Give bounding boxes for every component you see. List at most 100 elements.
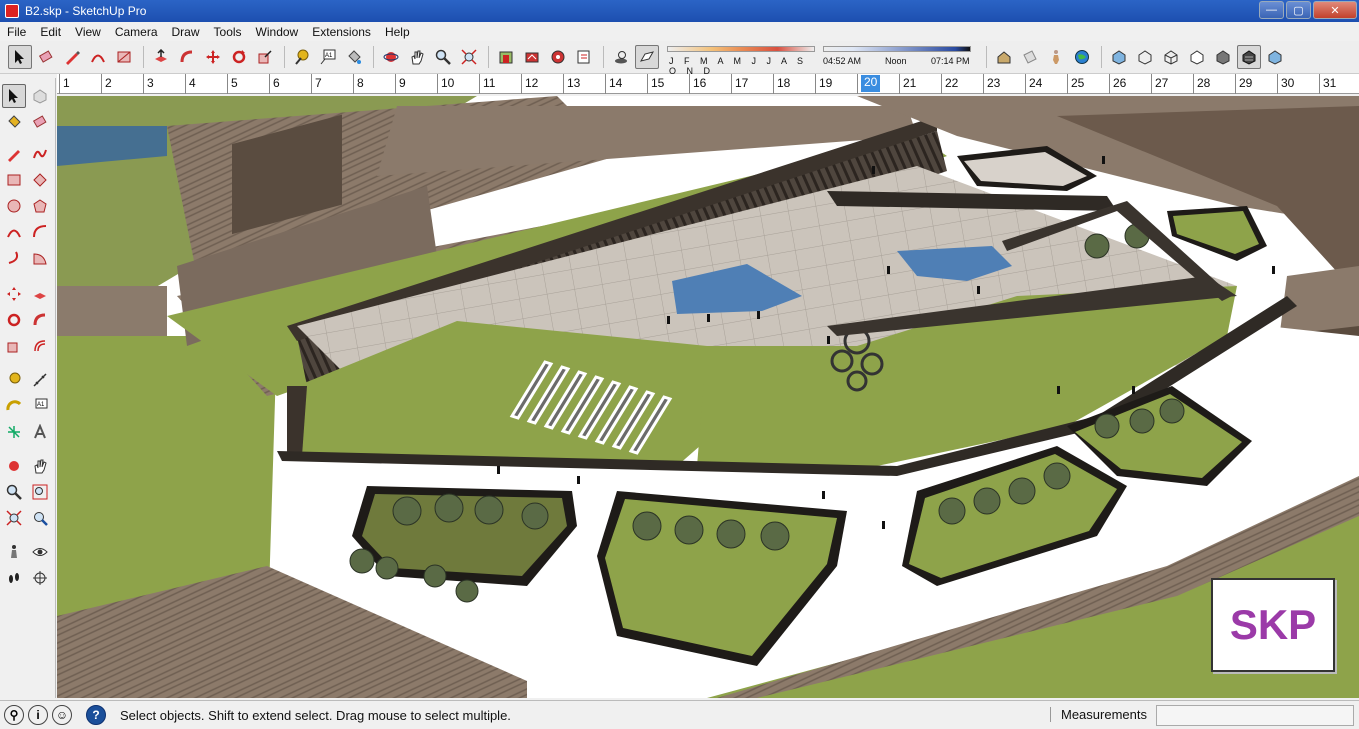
walk-button[interactable] — [1044, 45, 1068, 69]
zoom-extents-button[interactable] — [457, 45, 481, 69]
push-pull-tool-button[interactable] — [28, 282, 52, 306]
ruler-number[interactable]: 26 — [1113, 76, 1126, 90]
menu-draw[interactable]: Draw — [165, 25, 207, 39]
ruler-number[interactable]: 23 — [987, 76, 1000, 90]
ruler-number[interactable]: 2 — [105, 76, 112, 90]
display-shadows-button[interactable] — [609, 45, 633, 69]
ruler-number[interactable]: 27 — [1155, 76, 1168, 90]
shadow-date-slider[interactable]: J F M A M J J A S O N D — [667, 44, 817, 76]
hidden-line-style-button[interactable] — [1185, 45, 1209, 69]
offset-tool-button[interactable] — [28, 334, 52, 358]
ruler-number[interactable]: 16 — [693, 76, 706, 90]
ruler-number[interactable]: 6 — [273, 76, 280, 90]
pie-tool-button[interactable] — [28, 246, 52, 270]
zoom-button[interactable] — [2, 480, 26, 504]
help-icon[interactable]: ? — [86, 705, 106, 725]
polygon-tool-button[interactable] — [28, 194, 52, 218]
menu-help[interactable]: Help — [378, 25, 417, 39]
rotate-tool-button[interactable] — [2, 308, 26, 332]
scale-tool-button[interactable] — [2, 334, 26, 358]
ruler-number[interactable]: 11 — [483, 76, 495, 90]
axes-tool-button[interactable] — [2, 420, 26, 444]
move-tool-button[interactable] — [2, 282, 26, 306]
arc-tool-button[interactable] — [86, 45, 110, 69]
pan-button[interactable] — [28, 454, 52, 478]
ruler-number[interactable]: 5 — [231, 76, 238, 90]
menu-view[interactable]: View — [68, 25, 108, 39]
freehand-tool-button[interactable] — [28, 142, 52, 166]
ruler-number[interactable]: 15 — [651, 76, 664, 90]
menu-extensions[interactable]: Extensions — [305, 25, 378, 39]
orbit-button[interactable] — [2, 454, 26, 478]
wireframe-style-button[interactable] — [1159, 45, 1183, 69]
ruler-number[interactable]: 1 — [63, 76, 70, 90]
back-edges-style-button[interactable] — [1133, 45, 1157, 69]
ruler-number[interactable]: 29 — [1239, 76, 1252, 90]
previous-view-button[interactable] — [28, 506, 52, 530]
share-model-button[interactable] — [520, 45, 544, 69]
geo-location-button[interactable] — [1070, 45, 1094, 69]
zoom-extents-button[interactable] — [2, 506, 26, 530]
ruler-current-scene[interactable]: 20 — [861, 75, 881, 92]
ruler-number[interactable]: 13 — [567, 76, 580, 90]
ruler-number[interactable]: 31 — [1323, 76, 1336, 90]
ruler-number[interactable]: 12 — [525, 76, 538, 90]
circle-tool-button[interactable] — [2, 194, 26, 218]
shaded-style-button[interactable] — [1211, 45, 1235, 69]
shadow-time-slider[interactable]: 04:52 AM Noon 07:14 PM — [823, 44, 973, 70]
zoom-button[interactable] — [431, 45, 455, 69]
ruler-number[interactable]: 17 — [735, 76, 748, 90]
orbit-button[interactable] — [379, 45, 403, 69]
follow-me-tool-button[interactable] — [28, 308, 52, 332]
three-point-arc-button[interactable] — [2, 246, 26, 270]
ruler-number[interactable]: 28 — [1197, 76, 1210, 90]
zoom-window-button[interactable] — [28, 480, 52, 504]
follow-me-tool-button[interactable] — [175, 45, 199, 69]
select-tool-button[interactable] — [8, 45, 32, 69]
monochrome-style-button[interactable] — [1263, 45, 1287, 69]
rotate-tool-button[interactable] — [227, 45, 251, 69]
move-tool-button[interactable] — [201, 45, 225, 69]
sketchup-app-icon[interactable] — [5, 4, 19, 18]
menu-camera[interactable]: Camera — [108, 25, 165, 39]
section-plane-tool-button[interactable] — [28, 566, 52, 590]
rectangle-tool-button[interactable] — [112, 45, 136, 69]
ruler-number[interactable]: 18 — [777, 76, 790, 90]
geo-location-status-icon[interactable]: ⚲ — [4, 705, 24, 725]
measurements-input[interactable] — [1156, 705, 1354, 726]
tape-measure-button[interactable] — [290, 45, 314, 69]
push-pull-tool-button[interactable] — [149, 45, 173, 69]
section-plane-button[interactable] — [1018, 45, 1042, 69]
user-account-icon[interactable]: ☺ — [52, 705, 72, 725]
line-tool-button[interactable] — [60, 45, 84, 69]
menu-tools[interactable]: Tools — [207, 25, 249, 39]
protractor-button[interactable] — [2, 394, 26, 418]
extension-warehouse-button[interactable] — [546, 45, 570, 69]
standard-view-iso-button[interactable] — [992, 45, 1016, 69]
paint-bucket-button[interactable] — [2, 110, 26, 134]
shaded-textures-style-button[interactable] — [1237, 45, 1261, 69]
ruler-number[interactable]: 8 — [357, 76, 364, 90]
menu-file[interactable]: File — [0, 25, 33, 39]
rectangle-tool-button[interactable] — [2, 168, 26, 192]
maximize-button[interactable]: ▢ — [1286, 1, 1311, 19]
eraser-tool-button[interactable] — [28, 110, 52, 134]
ruler-number[interactable]: 19 — [819, 76, 832, 90]
text-tool-button[interactable]: A1 — [28, 394, 52, 418]
3d-text-button[interactable] — [28, 420, 52, 444]
ruler-number[interactable]: 30 — [1281, 76, 1294, 90]
menu-window[interactable]: Window — [249, 25, 306, 39]
ruler-number[interactable]: 4 — [189, 76, 196, 90]
ruler-number[interactable]: 3 — [147, 76, 154, 90]
xray-style-button[interactable] — [1107, 45, 1131, 69]
position-camera-button[interactable] — [2, 540, 26, 564]
line-tool-button[interactable] — [2, 142, 26, 166]
ruler-number[interactable]: 14 — [609, 76, 622, 90]
arc-tool-button[interactable] — [2, 220, 26, 244]
ruler-number[interactable]: 25 — [1071, 76, 1084, 90]
rotated-rectangle-button[interactable] — [28, 168, 52, 192]
display-fog-button[interactable] — [635, 45, 659, 69]
paint-bucket-button[interactable] — [342, 45, 366, 69]
walk-tool-button[interactable] — [2, 566, 26, 590]
pan-button[interactable] — [405, 45, 429, 69]
